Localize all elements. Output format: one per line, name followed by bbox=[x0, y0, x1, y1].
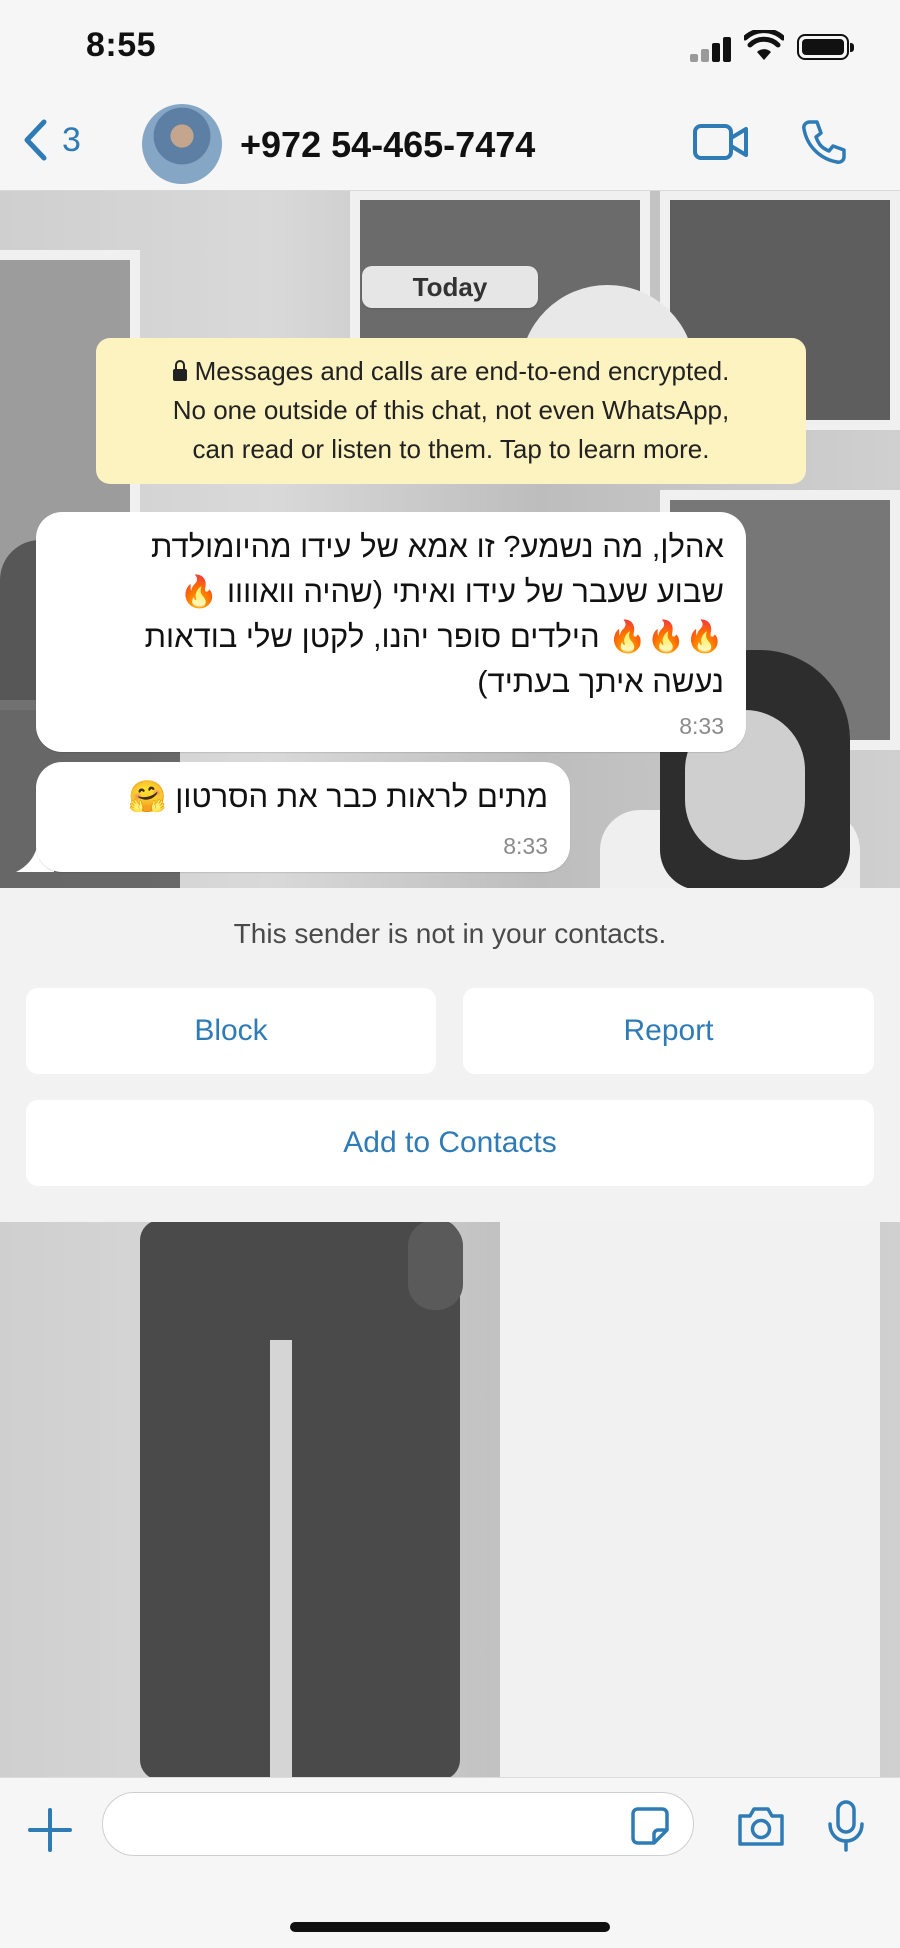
add-to-contacts-button[interactable]: Add to Contacts bbox=[26, 1100, 874, 1186]
battery-icon bbox=[797, 34, 854, 60]
message-input[interactable] bbox=[102, 1792, 694, 1856]
message-line: אהלן, מה נשמע? זו אמא של עידו מהיומולדת bbox=[151, 529, 724, 564]
microphone-icon[interactable] bbox=[826, 1800, 866, 1852]
message-text: אהלן, מה נשמע? זו אמא של עידו מהיומולדת … bbox=[60, 524, 724, 704]
block-button[interactable]: Block bbox=[26, 988, 436, 1074]
encryption-text-3: can read or listen to them. Tap to learn… bbox=[192, 434, 710, 464]
encryption-text-2: No one outside of this chat, not even Wh… bbox=[172, 395, 730, 425]
status-time: 8:55 bbox=[86, 26, 157, 64]
message-line: מתים לראות כבר את הסרטון 🤗 bbox=[128, 779, 548, 814]
chevron-left-icon bbox=[24, 119, 47, 161]
contact-name[interactable]: +972 54-465-7474 bbox=[240, 124, 535, 166]
chat-header: 3 +972 54-465-7474 bbox=[0, 96, 900, 191]
wallpaper-groom-gap bbox=[270, 1340, 292, 1777]
sticker-icon[interactable] bbox=[630, 1806, 670, 1846]
wifi-icon bbox=[744, 30, 784, 60]
avatar[interactable] bbox=[142, 104, 222, 184]
wallpaper-groom-hand bbox=[408, 1220, 463, 1310]
camera-icon[interactable] bbox=[736, 1804, 786, 1848]
video-camera-icon[interactable] bbox=[692, 120, 750, 164]
date-separator: Today bbox=[362, 266, 538, 308]
message-time: 8:33 bbox=[679, 713, 724, 739]
message-line: 🔥🔥🔥 הילדים סופר יהנו, לקטן שלי בודאות bbox=[144, 619, 724, 654]
phone-icon[interactable] bbox=[800, 118, 848, 166]
lock-icon bbox=[172, 360, 187, 381]
home-indicator bbox=[290, 1922, 610, 1932]
plus-icon[interactable] bbox=[28, 1808, 72, 1852]
message-time: 8:33 bbox=[503, 833, 548, 859]
wallpaper-groom-legs bbox=[140, 1220, 460, 1777]
incoming-message[interactable]: אהלן, מה נשמע? זו אמא של עידו מהיומולדת … bbox=[36, 512, 746, 752]
message-line: נעשה איתך בעתיד) bbox=[477, 664, 724, 699]
incoming-message[interactable]: מתים לראות כבר את הסרטון 🤗 8:33 bbox=[36, 762, 570, 872]
encryption-text-1: Messages and calls are end-to-end encryp… bbox=[194, 356, 730, 386]
message-text: מתים לראות כבר את הסרטון 🤗 bbox=[82, 774, 548, 819]
unknown-sender-message: This sender is not in your contacts. bbox=[233, 918, 667, 949]
back-button[interactable]: 3 bbox=[22, 118, 81, 162]
encryption-notice[interactable]: Messages and calls are end-to-end encryp… bbox=[96, 338, 806, 484]
message-line: שבוע שעבר של עידו ואיתי (שהיה וואוווו 🔥 bbox=[179, 574, 724, 609]
unknown-sender-panel: This sender is not in your contacts. Blo… bbox=[0, 888, 900, 1222]
cellular-signal-icon bbox=[690, 36, 732, 62]
report-button[interactable]: Report bbox=[463, 988, 874, 1074]
status-bar: 8:55 bbox=[0, 0, 900, 96]
encryption-notice-line: Messages and calls are end-to-end encryp… bbox=[96, 352, 806, 391]
message-input-bar bbox=[0, 1777, 900, 1948]
unread-count: 3 bbox=[62, 120, 81, 159]
